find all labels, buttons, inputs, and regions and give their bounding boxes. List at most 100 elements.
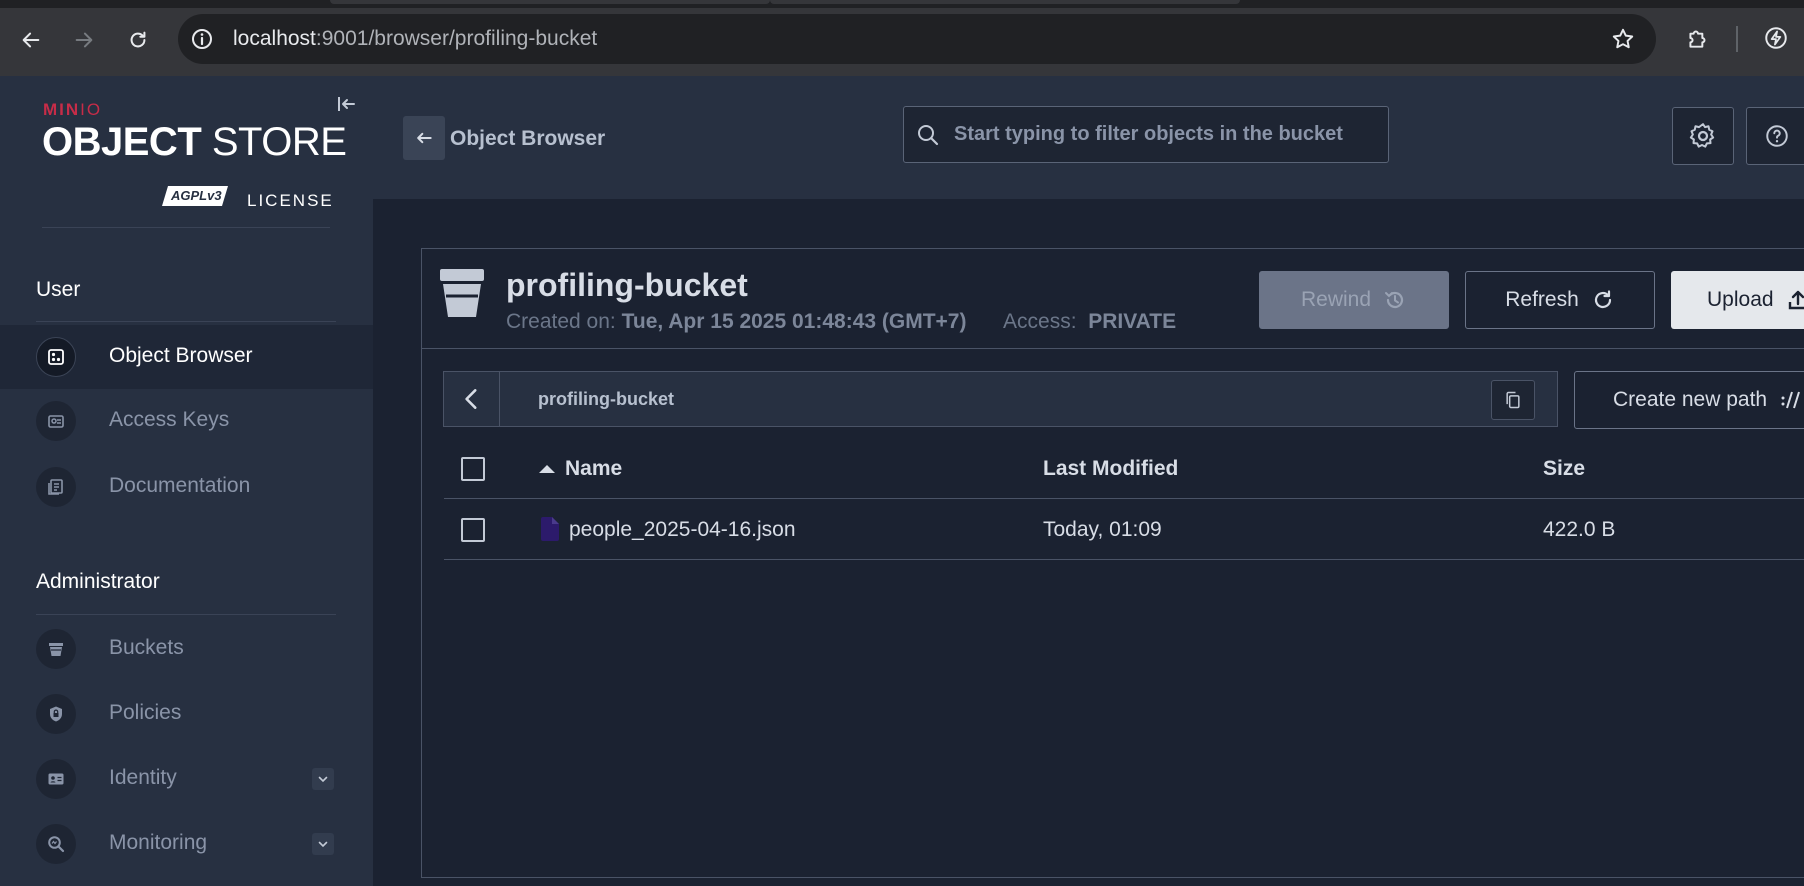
- page-title: Object Browser: [450, 127, 606, 150]
- sidebar-item-label: Monitoring: [109, 831, 208, 854]
- sidebar-item-access-keys[interactable]: Access Keys: [0, 389, 373, 453]
- new-path-icon: [1781, 391, 1801, 409]
- breadcrumb: profiling-bucket: [443, 371, 1558, 427]
- back-arrow-icon: [417, 132, 432, 144]
- sidebar-item-policies[interactable]: Policies: [0, 682, 373, 746]
- sidebar-item-label: Access Keys: [109, 408, 230, 431]
- section-title-user: User: [36, 278, 81, 301]
- chevron-left-icon: [464, 389, 477, 409]
- sidebar-item-label: Object Browser: [109, 344, 253, 367]
- chevron-down-icon[interactable]: [312, 833, 334, 855]
- monitoring-search-icon: [36, 824, 76, 864]
- created-label: Created on:: [506, 310, 616, 333]
- refresh-button[interactable]: Refresh: [1465, 271, 1655, 329]
- upload-button[interactable]: Upload: [1671, 271, 1804, 329]
- object-size: 422.0 B: [1543, 518, 1616, 541]
- select-all-checkbox[interactable]: [461, 457, 485, 481]
- bucket-icon: [440, 269, 484, 317]
- svg-text:AGPLv3: AGPLv3: [170, 188, 222, 203]
- tab-edge[interactable]: [770, 0, 1240, 4]
- identity-card-icon: [36, 759, 76, 799]
- sidebar-item-monitoring[interactable]: Monitoring: [0, 812, 373, 876]
- access-value: PRIVATE: [1088, 310, 1177, 333]
- column-header-name[interactable]: Name: [565, 457, 622, 481]
- column-header-last-modified[interactable]: Last Modified: [1043, 457, 1178, 481]
- history-rewind-icon: [1385, 291, 1404, 309]
- rewind-button[interactable]: Rewind: [1259, 271, 1449, 329]
- copy-icon: [1506, 391, 1520, 409]
- refresh-icon: [1594, 290, 1611, 309]
- section-divider: [36, 614, 336, 615]
- tab-strip: [0, 0, 1804, 8]
- sidebar-item-label: Identity: [109, 766, 177, 789]
- minio-logo: MINIO OBJECT STORE AGPLv3 LICENSE: [42, 100, 347, 210]
- sidebar-item-label: Policies: [109, 701, 182, 724]
- section-title-administrator: Administrator: [36, 570, 160, 593]
- policy-lock-icon: [36, 694, 76, 734]
- upload-label: Upload: [1707, 288, 1774, 311]
- created-value: Tue, Apr 15 2025 01:48:43 (GMT+7): [621, 310, 967, 333]
- back-arrow-icon[interactable]: [13, 22, 49, 58]
- bucket-title: profiling-bucket: [506, 267, 748, 303]
- help-question-icon: [1766, 125, 1788, 147]
- license-label: LICENSE: [247, 191, 334, 210]
- column-header-size[interactable]: Size: [1543, 457, 1585, 481]
- site-info-icon[interactable]: [188, 25, 216, 53]
- object-browser-icon: [36, 337, 76, 377]
- sidebar-item-buckets[interactable]: Buckets: [0, 617, 373, 681]
- refresh-label: Refresh: [1505, 288, 1579, 311]
- sidebar-item-label: Buckets: [109, 636, 184, 659]
- table-header: Name Last Modified Size: [444, 439, 1804, 499]
- toolbar-divider: [1736, 26, 1738, 52]
- bucket-panel: profiling-bucket Created on: Tue, Apr 15…: [421, 248, 1804, 878]
- copy-path-button[interactable]: [1491, 380, 1535, 420]
- agpl-license-badge: AGPLv3: [162, 186, 228, 206]
- settings-button[interactable]: [1672, 107, 1734, 165]
- sidebar-divider: [42, 227, 330, 228]
- upload-icon: [1788, 290, 1804, 310]
- main-content: Object Browser profiling-bucket Created …: [373, 76, 1804, 886]
- create-new-path-label: Create new path: [1613, 388, 1768, 411]
- table-row[interactable]: people_2025-04-16.json Today, 01:09 422.…: [444, 500, 1804, 560]
- access-label: Access:: [1003, 310, 1077, 333]
- object-filter-search[interactable]: [903, 106, 1389, 163]
- create-new-path-button[interactable]: Create new path: [1574, 371, 1804, 429]
- address-bar[interactable]: localhost:9001/browser/profiling-bucket: [178, 14, 1656, 64]
- sidebar-item-label: Documentation: [109, 474, 251, 497]
- bucket-meta: Created on: Tue, Apr 15 2025 01:48:43 (G…: [506, 310, 1176, 334]
- sidebar-item-object-browser[interactable]: Object Browser: [0, 325, 373, 389]
- sidebar-item-identity[interactable]: Identity: [0, 747, 373, 811]
- sidebar: MINIO OBJECT STORE AGPLv3 LICENSE User O…: [0, 76, 373, 886]
- browser-toolbar: localhost:9001/browser/profiling-bucket: [0, 0, 1804, 76]
- row-checkbox[interactable]: [461, 518, 485, 542]
- page-header: Object Browser: [373, 76, 1804, 199]
- documentation-icon: [36, 467, 76, 507]
- gear-icon: [1689, 123, 1715, 148]
- access-keys-icon: [36, 401, 76, 441]
- back-button[interactable]: [403, 116, 445, 160]
- performance-bolt-icon[interactable]: [1760, 22, 1792, 54]
- section-divider: [36, 321, 336, 322]
- sidebar-item-documentation[interactable]: Documentation: [0, 455, 373, 519]
- path-back-button[interactable]: [444, 372, 500, 426]
- bucket-icon: [36, 629, 76, 669]
- rewind-label: Rewind: [1300, 288, 1372, 311]
- extensions-puzzle-icon[interactable]: [1682, 22, 1714, 54]
- chevron-down-icon[interactable]: [312, 768, 334, 790]
- reload-icon[interactable]: [120, 22, 156, 58]
- object-name[interactable]: people_2025-04-16.json: [569, 518, 796, 542]
- url-text[interactable]: localhost:9001/browser/profiling-bucket: [233, 27, 597, 51]
- file-icon: [541, 517, 559, 541]
- tab-edge[interactable]: [330, 0, 770, 4]
- search-icon: [918, 125, 939, 146]
- forward-arrow-icon[interactable]: [66, 22, 102, 58]
- search-input[interactable]: [954, 107, 1374, 162]
- sort-ascending-icon: [539, 465, 555, 473]
- minio-brand: MINIO: [43, 100, 103, 119]
- bookmark-star-icon[interactable]: [1610, 26, 1636, 52]
- object-last-modified: Today, 01:09: [1043, 518, 1162, 541]
- object-store-wordmark: OBJECT STORE: [42, 120, 347, 164]
- bucket-header: profiling-bucket Created on: Tue, Apr 15…: [422, 249, 1804, 349]
- help-button[interactable]: [1746, 107, 1804, 165]
- breadcrumb-path[interactable]: profiling-bucket: [538, 389, 674, 410]
